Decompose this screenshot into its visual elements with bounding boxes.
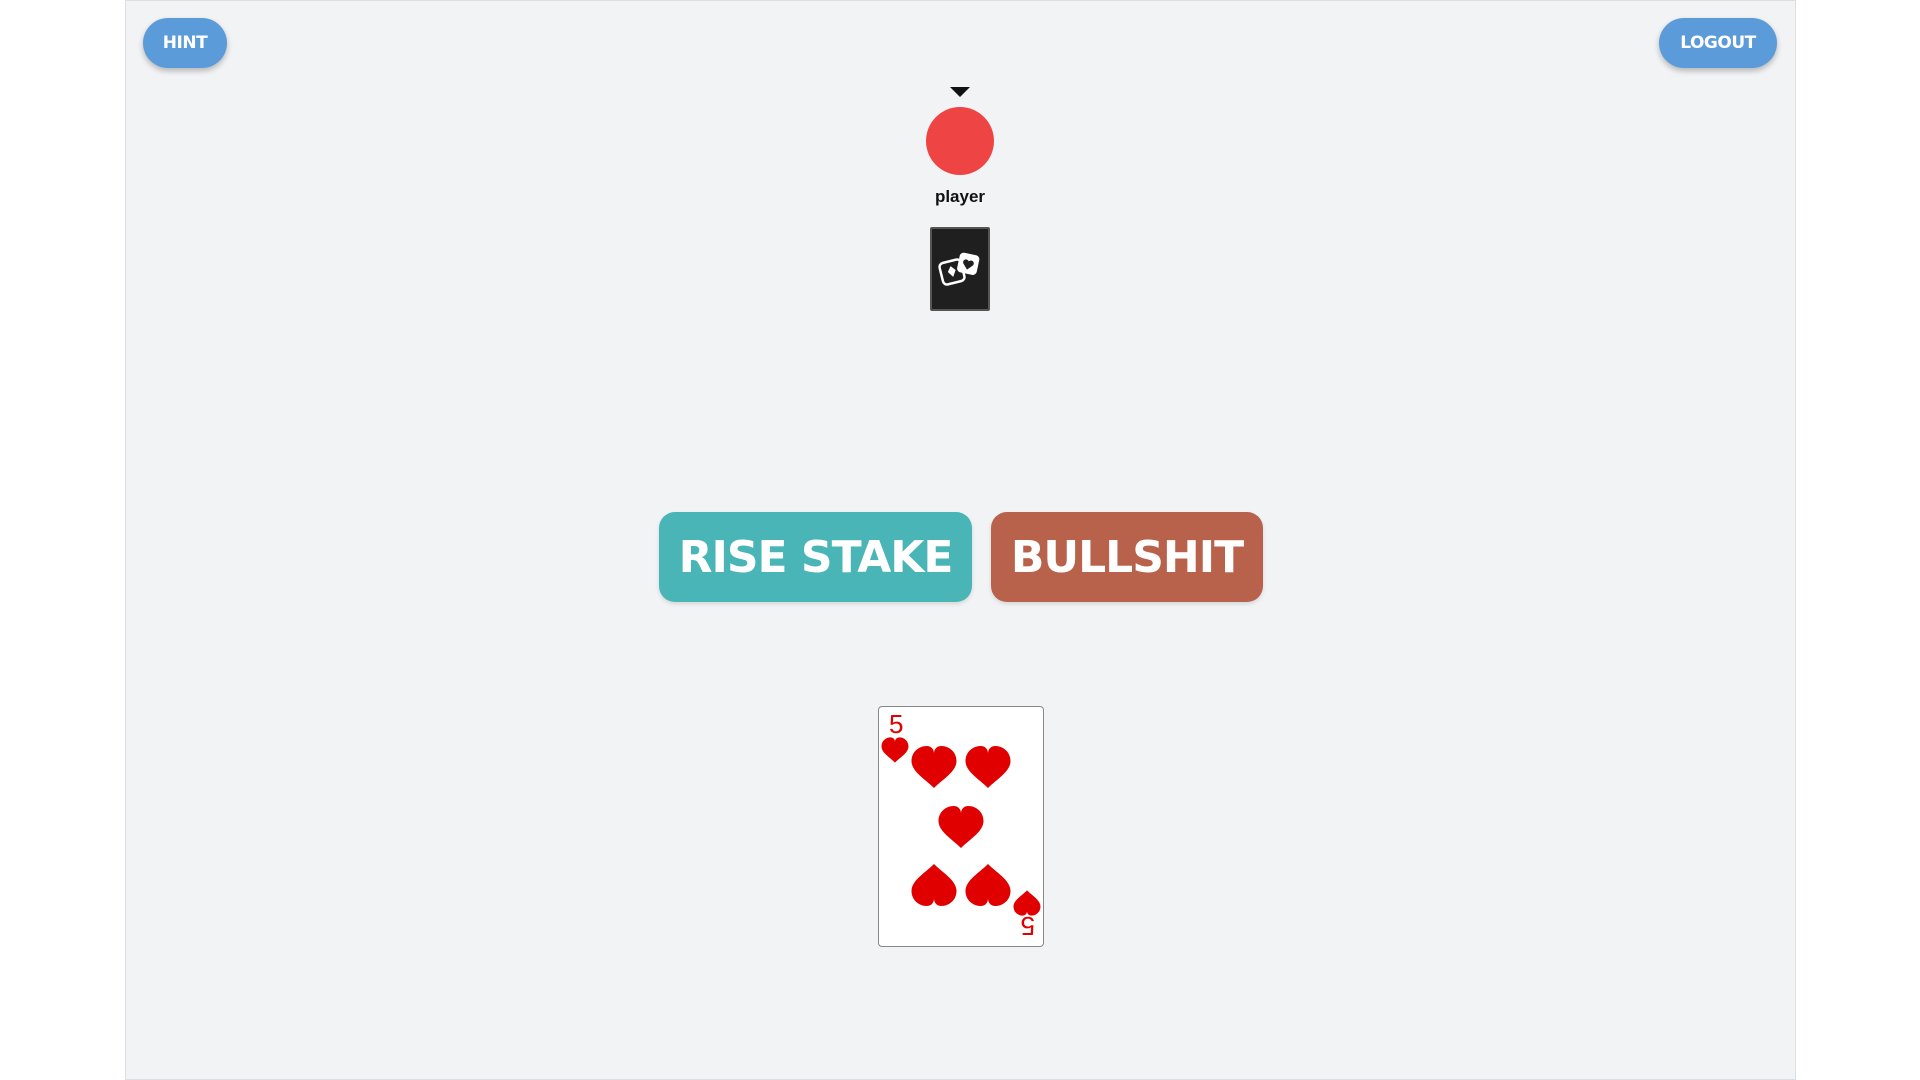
opponent-card-back <box>930 227 990 311</box>
rise-stake-button[interactable]: RISE STAKE <box>659 512 972 602</box>
heart-icon <box>911 864 957 906</box>
hint-button[interactable]: HINT <box>143 18 227 68</box>
heart-icon <box>938 806 984 848</box>
dice-icon <box>938 252 980 286</box>
player-name: player <box>934 187 986 206</box>
card-rank-top: 5 <box>889 709 903 739</box>
heart-icon <box>881 737 909 763</box>
player-avatar <box>926 107 994 175</box>
turn-indicator-icon <box>950 87 970 97</box>
card-rank-bottom: 5 <box>1021 911 1035 941</box>
heart-icon <box>965 746 1011 788</box>
heart-icon <box>965 864 1011 906</box>
game-table: HINT LOGOUT player RISE STAKE BULLSHIT 5 <box>125 0 1796 1080</box>
bullshit-button[interactable]: BULLSHIT <box>991 512 1263 602</box>
player-card-5-hearts[interactable]: 5 5 <box>878 706 1044 947</box>
heart-icon <box>911 746 957 788</box>
logout-button[interactable]: LOGOUT <box>1659 18 1777 68</box>
